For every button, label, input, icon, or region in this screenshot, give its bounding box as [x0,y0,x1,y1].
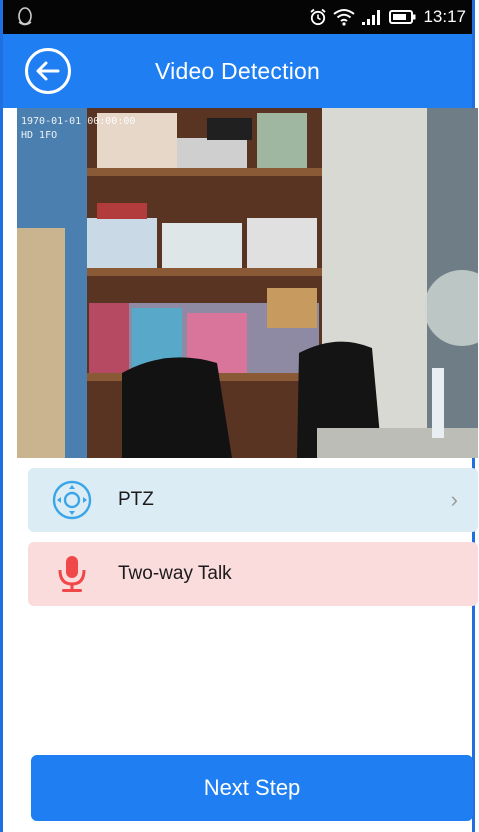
camera-feed-image [17,108,478,458]
battery-icon [389,10,416,24]
alarm-icon [310,8,327,26]
chevron-right-icon: › [450,487,458,512]
status-icons: 13:17 [309,0,466,34]
osd-quality: HD 1FO [21,130,58,141]
back-arrow-icon [36,61,60,81]
ptz-dpad-icon [52,480,92,520]
page-title: Video Detection [155,58,320,84]
next-step-button[interactable]: Next Step [31,755,473,821]
microphone-icon [58,556,86,592]
back-button[interactable] [25,48,71,94]
app-bar: Video Detection [3,34,472,108]
qq-penguin-icon [18,7,32,26]
signal-icon [362,10,381,25]
video-osd: 1970-01-01 00:00:00 HD 1FO [21,115,135,143]
two-way-talk-label: Two-way Talk [118,563,232,584]
ptz-row[interactable]: PTZ › [28,468,478,532]
two-way-talk-row[interactable]: Two-way Talk [28,542,478,606]
osd-timestamp: 1970-01-01 00:00:00 [21,116,136,127]
status-time: 13:17 [423,7,466,26]
status-bar: 13:17 [3,0,472,34]
video-preview[interactable]: 1970-01-01 00:00:00 HD 1FO [17,108,478,458]
wifi-icon [333,9,356,26]
ptz-label: PTZ [118,489,154,510]
phone-frame: 13:17 Video Detection 1970-01-01 00:00:0… [0,0,478,832]
